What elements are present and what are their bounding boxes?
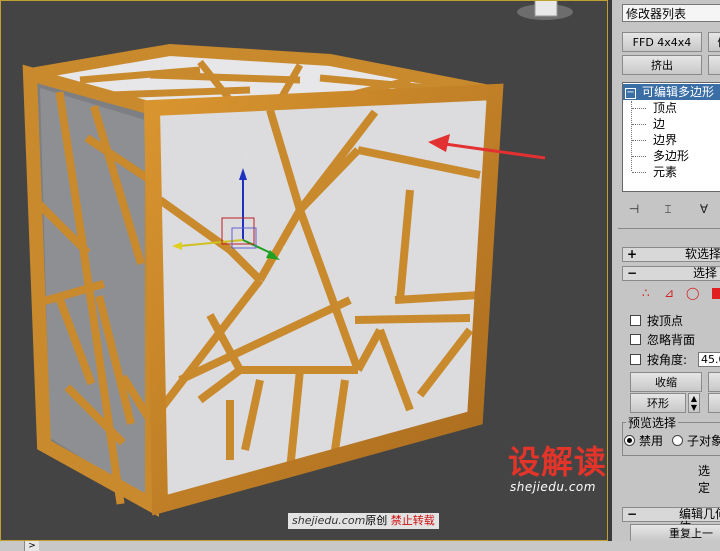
checkbox-box [630,334,641,345]
credit-original: 原创 [365,514,388,527]
collapse-icon: − [627,266,638,280]
radio-label: 禁用 [639,434,664,448]
ffd-button[interactable]: FFD 4x4x4 [622,32,702,52]
gizmo-y-label: y [283,244,289,254]
checkbox-label: 按角度: [647,353,688,367]
right-blank-button[interactable] [708,55,720,75]
divider [618,228,720,229]
subobject-icons: ∴ ⊿ ◯ [642,286,720,302]
tree-line [631,101,633,171]
checkbox-label: 按顶点 [647,314,684,328]
ring-button[interactable]: 环形 [630,393,686,413]
shrink-button[interactable]: 收缩 [630,372,702,392]
collapse-icon[interactable]: − [625,88,636,99]
by-vertex-checkbox[interactable]: 按顶点 [630,313,683,329]
stack-item-border[interactable]: 边界 [653,132,677,148]
rollout-selection[interactable]: − 选择 [622,266,720,281]
checkbox-box [630,354,641,365]
radio-dot [672,435,683,446]
rollout-edit-geometry[interactable]: − 编辑几何体 [622,507,720,534]
credit-banner: shejiedu.com原创 禁止转载 [288,513,439,529]
vertex-mode-icon[interactable]: ∴ [642,286,650,300]
credit-site: shejiedu.com [292,514,366,527]
watermark-url: shejiedu.com [510,480,596,494]
show-end-result-icon[interactable]: ⌶ [658,200,678,218]
stack-item-polygon[interactable]: 多边形 [653,148,689,164]
stack-item-vertex[interactable]: 顶点 [653,100,677,116]
command-panel: 修改器列表 FFD 4x4x4 倒 挤出 −可编辑多边形 顶点 边 边界 多边形… [608,0,720,541]
collapse-icon: − [627,507,638,521]
make-unique-icon[interactable]: ∀ [694,200,714,218]
radio-dot [624,435,635,446]
extrude-button[interactable]: 挤出 [622,55,702,75]
radio-label: 子对象 [687,434,720,448]
stack-item-label: 可编辑多边形 [642,85,715,99]
by-angle-checkbox[interactable]: 按角度: [630,352,687,368]
polygon-mode-icon[interactable] [712,288,720,299]
expand-arrow-icon[interactable]: > [24,541,39,551]
loop-button[interactable] [708,393,720,413]
tree-branch [632,140,646,141]
cube-front-face [143,83,504,516]
stack-item-edge[interactable]: 边 [653,116,665,132]
modifier-stack[interactable]: − 可编辑多边形 顶点 边 边界 多边形 元素 [622,82,720,192]
credit-no-repost: 禁止转载 [390,514,435,527]
pin-stack-icon[interactable]: ⊣ [624,200,644,218]
selection-status-text: 选定 [698,464,711,495]
preview-subobject-radio[interactable]: 子对象 [672,432,720,449]
grow-button[interactable] [708,372,720,392]
edge-mode-icon[interactable]: ⊿ [664,286,674,300]
viewcube-icon[interactable] [517,0,573,20]
modifier-list-dropdown[interactable]: 修改器列表 [622,4,720,22]
ring-spinner[interactable]: ▲ ▼ [688,393,700,413]
repeat-last-button[interactable]: 重复上一 [630,524,720,541]
status-bar: > [0,541,720,551]
angle-input[interactable]: 45.0 [698,352,720,367]
ffd-right-button[interactable]: 倒 [708,32,720,52]
preview-selection-label: 预览选择 [626,414,679,431]
stack-item-element[interactable]: 元素 [653,164,677,180]
watermark-logo: 设解读 [508,443,608,481]
tree-branch [632,156,646,157]
gizmo-z-label: z [245,150,250,160]
ignore-backfacing-checkbox[interactable]: 忽略背面 [630,332,695,348]
checkbox-box [630,315,641,326]
cube-left-face [22,64,159,517]
expand-icon: + [627,247,638,261]
rollout-soft-selection[interactable]: + 软选择 [622,247,720,262]
tree-branch [632,124,646,125]
tree-branch [632,108,646,109]
checkbox-label: 忽略背面 [647,333,696,347]
stack-item-editable-poly[interactable]: − 可编辑多边形 [623,84,720,100]
preview-disabled-radio[interactable]: 禁用 [624,432,663,449]
tree-branch [632,172,646,173]
border-mode-icon[interactable]: ◯ [686,286,699,300]
